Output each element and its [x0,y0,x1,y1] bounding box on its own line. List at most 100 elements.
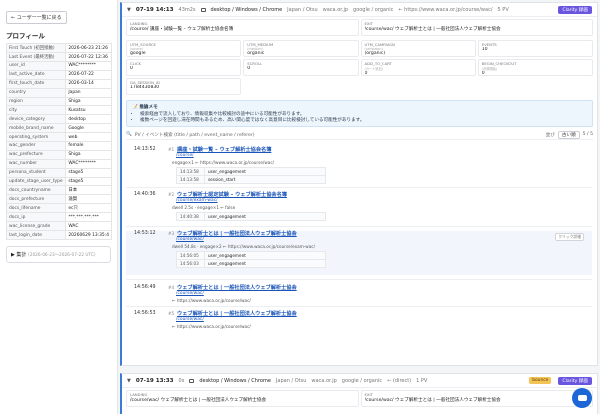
session-header[interactable]: ▼ 07-19 13:33 0s desktop / Windows / Chr… [122,374,597,388]
session-date: 07-19 14:13 [135,6,174,13]
field-value: (organic) [364,51,386,56]
event-search-input[interactable]: PV / イベント検索 (title / path / event_name /… [135,132,543,138]
event-page-title-link[interactable]: ウェブ解析士とは | 一般社団法人ウェブ解析士協会 [177,284,297,291]
profile-table: First Touch (初回接触) 2026-06-23 21:26 Last E… [5,43,112,241]
clarity-recording-button[interactable]: Clarity 録画 [558,376,592,385]
profile-key: first_touch_date [5,78,67,89]
memo-title: 📝 推論メモ [132,105,158,110]
event-time: 14:53:12 [134,231,156,236]
field-exit: EXIT /course/wac/ ウェブ解析士とは | 一般社団法人ウェブ解析… [360,390,593,407]
aggregate-label: ▶ 集計 [11,252,27,259]
sub-event-table: 14:13:58 user_engagement 14:13:58 session_… [176,167,326,184]
sub-event-time: 14:40:38 [176,212,205,221]
event-number: #5 [168,311,175,316]
chat-icon[interactable] [572,388,592,408]
landing-exit-grid: LANDING /course/ 講座・試験一覧 – ウェブ解析士協会名簿 EX… [122,17,597,38]
event-number: #1 [168,147,175,152]
sort-label: 並び [545,132,555,138]
sub-event-row: 14:13:58 session_start [176,175,326,184]
sub-event-time: 14:56:05 [176,251,205,260]
profile-key: docs_prefecture [5,194,67,205]
profile-key: persona_student [5,167,67,178]
timeline-event: 14:13:52 #1 講座・試験一覧 – ウェブ解析士協会名簿 /course… [126,147,592,197]
bounce-badge: bounce [529,377,552,384]
session-device: desktop / Windows / Chrome [199,377,271,384]
profile-value: 日本 [65,185,112,196]
event-time: 14:56:49 [134,285,156,290]
click-detail-button[interactable]: クリック詳細 [555,233,584,241]
timeline-event: 14:53:12 #3 ウェブ解析士とは | 一般社団法人ウェブ解析士協会 /c… [126,231,592,275]
session-landing-url: ← https://www.waca.or.jp/course/wac/ [398,6,493,13]
profile-key: device_category [5,114,67,125]
event-path-link[interactable]: /course/ [176,153,194,158]
field-begin-checkout: BEGIN_CHECKOUT (決済開始) 0 [477,59,593,76]
profile-key: docs_countryname [5,185,67,196]
event-path-link[interactable]: /course/wac/ [176,317,204,322]
sub-event-name: user_engagement [204,212,326,221]
divider [126,226,592,227]
profile-row: wac_prefecture Shiga [5,149,112,160]
profile-value: WAC******** [65,61,112,71]
event-path-link[interactable]: /course/exam-wac/ [176,198,218,203]
session-header[interactable]: ▼ 07-19 14:13 43m2s desktop / Windows / … [122,3,597,17]
profile-value: desktop [65,114,112,125]
session-duration: 0s [178,377,185,384]
back-to-user-list-button[interactable]: ← ユーザー一覧に戻る [6,11,67,24]
utm-grid: UTM_SOURCE (source) google UTM_MEDIUM (m… [122,38,597,97]
profile-key: wac_gender [5,141,67,151]
aggregate-toggle[interactable]: ▶ 集計 (2026-06-23〜2026-07-22 UTC) [6,246,111,264]
field-value: 0 [481,71,485,76]
clarity-recording-button[interactable]: Clarity 録画 [558,5,592,14]
landing-exit-grid: LANDING /course/wac/ ウェブ解析士とは | 一般社団法人ウェ… [122,388,597,409]
profile-value: 滋賀 [65,194,112,205]
sub-event-row: 14:40:38 user_engagement [176,212,326,221]
field-add-to-cart: ADD_TO_CART (カート追加) 0 [360,59,476,76]
field-value: /course/ 講座・試験一覧 – ウェブ解析士協会名簿 [130,27,234,32]
field-ga-session-id: GA_SESSION_ID 1784430830 [126,78,242,95]
inference-memo: 📝 推論メモ 検索経由で流入しており、情報収集や比較検討の途中にいる可能性があり… [126,100,593,127]
profile-row: update_stage_user_type stage5 [5,176,112,187]
field-utm-source: UTM_SOURCE (source) google [126,40,242,57]
profile-value: stage5 [65,167,112,178]
event-detail: ← https://www.waca.or.jp/course/wac/ [172,324,251,329]
field-value: /course/wac/ ウェブ解析士とは | 一般社団法人ウェブ解析士協会 [130,398,267,403]
desktop-icon [200,7,206,12]
profile-key: update_stage_user_type [5,176,67,187]
sort-select[interactable]: 古い順 [557,130,580,139]
profile-row: wac_gender female [5,141,112,151]
sub-event-row: 14:56:05 user_engagement [176,251,326,260]
event-page-title-link[interactable]: ウェブ解析士とは | 一般社団法人ウェブ解析士協会 [177,230,297,237]
field-value: 10 [481,47,488,52]
profile-key: wac_license_grade [5,221,67,232]
event-page-title-link[interactable]: ウェブ解析士認定試験 – ウェブ解析士協会名簿 [177,191,287,198]
chat-bubble-icon [577,395,587,401]
event-detail: dwell 2.5s · engage×1 ← false [172,205,236,210]
profile-row: docs_prefecture 滋賀 [5,194,112,205]
event-time: 14:13:52 [134,147,156,152]
session-source: google / organic [341,377,383,384]
session-geo: Japan / Otsu [275,377,307,384]
profile-row: device_category desktop [5,114,112,125]
profile-row: wac_number WAC******** [5,158,112,169]
session-pv: 5 PV [497,6,509,13]
field-value: 1784430830 [130,85,160,90]
profile-value: 2026-06-23 21:26 [65,43,112,53]
event-path-link[interactable]: /course/wac/ [176,237,204,242]
field-value: 0 [364,71,368,76]
chevron-down-icon[interactable]: ▼ [127,7,131,13]
event-page-title-link[interactable]: 講座・試験一覧 – ウェブ解析士協会名簿 [177,146,271,153]
chevron-down-icon[interactable]: ▼ [127,378,131,384]
profile-row: city Kusatsu [5,105,112,116]
profile-key: country [5,87,67,98]
event-page-title-link[interactable]: ウェブ解析士とは | 一般社団法人ウェブ解析士協会 [177,310,297,317]
event-path-link[interactable]: /course/wac/ [176,291,204,296]
session-duration: 43m2s [178,6,196,13]
page-count: 5 / 5 [582,132,593,137]
session-card: ▼ 07-19 13:33 0s desktop / Windows / Chr… [120,373,598,414]
profile-value: Shiga [65,96,112,107]
profile-value: Shiga [65,149,112,160]
session-device: desktop / Windows / Chrome [210,6,283,13]
profile-row: Last Event (最終活動) 2026-07-22 12:36 [5,52,112,62]
session-geo: Japan / Otsu [287,6,318,13]
sub-event-time: 14:56:03 [176,259,205,268]
